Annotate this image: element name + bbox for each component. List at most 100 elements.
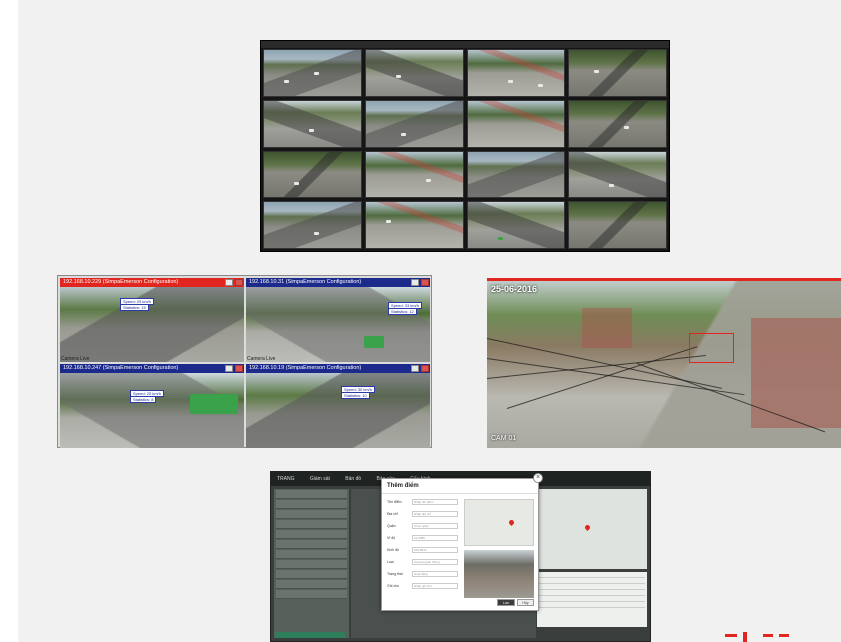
camera-tile[interactable] <box>263 49 362 97</box>
table-row[interactable] <box>539 602 645 608</box>
stats-label: Statistics: 15 <box>120 304 149 311</box>
field-label: Trạng thái <box>387 572 403 576</box>
caption-right: Camera Live <box>247 356 276 362</box>
nav-item[interactable]: Giám sát <box>310 476 330 482</box>
management-app: TRANG Giám sát Bản đồ Báo cáo Cấu hình T… <box>270 471 651 642</box>
camera-timestamp: 25-06-2016 <box>491 284 538 294</box>
camera-tile[interactable] <box>263 201 362 249</box>
point-list <box>274 489 349 638</box>
list-item[interactable] <box>276 510 347 519</box>
list-item[interactable] <box>276 530 347 539</box>
status-select[interactable]: Hoạt động <box>412 571 458 577</box>
config-window-2[interactable]: 192.168.10.31 (SimpaEmerson Configuratio… <box>246 278 430 362</box>
district-select[interactable]: Chọn quận <box>412 523 458 529</box>
camera-tile[interactable] <box>263 99 362 148</box>
camera-view <box>246 287 430 362</box>
close-icon[interactable] <box>421 365 429 372</box>
street-camera-view: 25-06-2016 CAM 01 <box>487 278 841 448</box>
config-window-4[interactable]: 192.168.10.19 (SimpaEmerson Configuratio… <box>246 364 430 448</box>
camera-tile[interactable] <box>263 150 362 199</box>
minimize-icon[interactable] <box>411 279 419 286</box>
longitude-input[interactable]: 105.8542 <box>412 547 458 553</box>
window-title: 192.168.10.247 (SimpaEmerson Configurati… <box>60 364 244 373</box>
field-label: Vĩ độ <box>387 536 396 540</box>
camera-tile[interactable] <box>568 150 667 199</box>
close-icon[interactable]: × <box>533 473 543 483</box>
camera-tile[interactable] <box>568 99 667 148</box>
nav-item[interactable]: Bản đồ <box>345 476 361 482</box>
video-wall-titlebar <box>261 41 669 48</box>
stats-label: Statistics: 8 <box>130 396 157 403</box>
camera-tile[interactable] <box>568 49 667 97</box>
close-icon[interactable] <box>235 279 243 286</box>
camera-tile[interactable] <box>466 150 566 199</box>
add-point-dialog: Thêm điểm × Tên điểm Nhập tên điểm Địa c… <box>381 473 543 611</box>
list-item[interactable] <box>276 580 347 589</box>
minimize-icon[interactable] <box>225 279 233 286</box>
field-label: Kinh độ <box>387 548 399 552</box>
camera-tile[interactable] <box>466 99 566 148</box>
camera-tile[interactable] <box>364 49 464 97</box>
stats-label: Statistics: 10 <box>341 392 370 399</box>
field-label: Loại <box>387 560 394 564</box>
window-title: 192.168.10.19 (SimpaEmerson Configuratio… <box>246 364 430 373</box>
save-button[interactable]: Lưu <box>497 599 515 606</box>
field-label: Ghi chú <box>387 584 400 588</box>
building-shape <box>751 318 841 428</box>
nav-item[interactable]: TRANG <box>277 476 295 482</box>
window-title: 192.168.10.31 (SimpaEmerson Configuratio… <box>246 278 430 287</box>
list-item[interactable] <box>276 500 347 509</box>
camera-tile[interactable] <box>568 201 667 249</box>
note-input[interactable]: Nhập ghi chú <box>412 583 458 589</box>
stats-label: Statistics: 12 <box>388 308 417 315</box>
close-icon[interactable] <box>421 279 429 286</box>
camera-grid <box>263 49 667 249</box>
camera-tile[interactable] <box>466 49 566 97</box>
cancel-button[interactable]: Hủy <box>517 599 534 606</box>
camera-config-panel: 192.168.10.229 (SimpaEmerson Configurati… <box>57 275 432 448</box>
map-pin-icon[interactable] <box>507 518 516 527</box>
list-item[interactable] <box>276 550 347 559</box>
minimize-icon[interactable] <box>225 365 233 372</box>
bus-shape <box>190 394 238 414</box>
list-item[interactable] <box>276 570 347 579</box>
config-window-1[interactable]: 192.168.10.229 (SimpaEmerson Configurati… <box>60 278 244 362</box>
close-icon[interactable] <box>235 365 243 372</box>
data-table <box>537 572 647 627</box>
divider <box>382 493 538 494</box>
list-item[interactable] <box>276 520 347 529</box>
minimize-icon[interactable] <box>411 365 419 372</box>
building-shape <box>582 308 632 348</box>
config-window-3[interactable]: 192.168.10.247 (SimpaEmerson Configurati… <box>60 364 244 448</box>
field-label: Quận <box>387 524 396 528</box>
list-item[interactable] <box>276 560 347 569</box>
field-label: Tên điểm <box>387 500 402 504</box>
camera-tile[interactable] <box>364 99 464 148</box>
dialog-map[interactable] <box>464 499 534 546</box>
list-item[interactable] <box>276 540 347 549</box>
camera-top-bar <box>487 278 841 281</box>
camera-id: CAM 01 <box>491 435 517 442</box>
caption-left: Camera Live <box>61 356 90 362</box>
type-select[interactable]: Camera giao thông <box>412 559 458 565</box>
camera-tile[interactable] <box>466 201 566 249</box>
camera-view <box>246 373 430 448</box>
cropped-red-text <box>723 630 803 642</box>
bus-shape <box>364 336 384 348</box>
name-input[interactable]: Nhập tên điểm <box>412 499 458 505</box>
list-item[interactable] <box>276 490 347 499</box>
window-title: 192.168.10.229 (SimpaEmerson Configurati… <box>60 278 244 287</box>
address-input[interactable]: Nhập địa chỉ <box>412 511 458 517</box>
camera-photo <box>464 550 534 598</box>
detection-box <box>689 333 734 363</box>
pagination[interactable] <box>275 632 345 638</box>
dialog-title: Thêm điểm <box>387 483 419 489</box>
camera-tile[interactable] <box>364 201 464 249</box>
field-label: Địa chỉ <box>387 512 398 516</box>
map-view[interactable] <box>537 489 647 569</box>
video-wall <box>260 40 670 252</box>
list-item[interactable] <box>276 590 347 599</box>
camera-tile[interactable] <box>364 150 464 199</box>
map-pin-icon[interactable] <box>583 523 592 532</box>
latitude-input[interactable]: 21.0285 <box>412 535 458 541</box>
